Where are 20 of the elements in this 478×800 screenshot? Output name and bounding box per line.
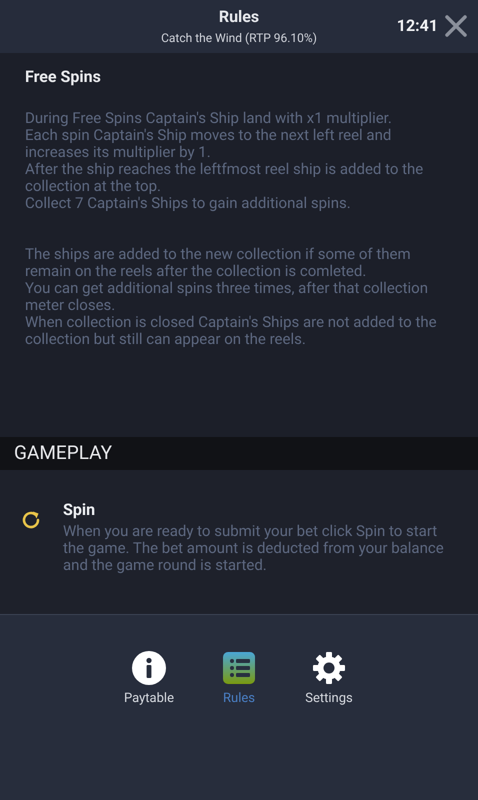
window-title: Rules (218, 7, 260, 27)
rule-text: During Free Spins Captain's Ship land with x1 multiplier. (25, 110, 393, 127)
list-icon (223, 652, 255, 684)
nav-tab[interactable]: Settings (297, 651, 361, 707)
info-icon (132, 651, 166, 685)
rule-text: The ships are added to the new collection if some of them remain on the reels after the collection is comleted. (25, 246, 412, 280)
item-description: When you are ready to submit your bet click Spin to start the game. The bet amount is deducted from your balance and the game round is started. (63, 523, 445, 574)
rule-text: Each spin Captain's Ship moves to the next left reel and increases its multiplier by 1. (25, 127, 392, 161)
clock-time: 12:41 (396, 15, 438, 37)
item-title: Spin (63, 500, 96, 520)
close-icon[interactable] (444, 14, 468, 38)
section-heading: GAMEPLAY (14, 440, 112, 466)
game-subtitle: Catch the Wind (RTP 96.10%) (161, 30, 317, 46)
rule-text: When collection is closed Captain's Ships are not added to the collection but still can appear on the reels. (25, 314, 438, 348)
rule-text: Collect 7 Captain's Ships to gain additional spins. (25, 195, 352, 212)
gear-icon (312, 651, 346, 685)
section-title: Free Spins (25, 67, 102, 87)
rule-text: You can get additional spins three times, after that collection meter closes. (25, 280, 430, 314)
nav-tab[interactable]: Paytable (117, 651, 181, 707)
rule-text: After the ship reaches the leftfmost reel ship is added to the collection at the top. (25, 161, 424, 195)
